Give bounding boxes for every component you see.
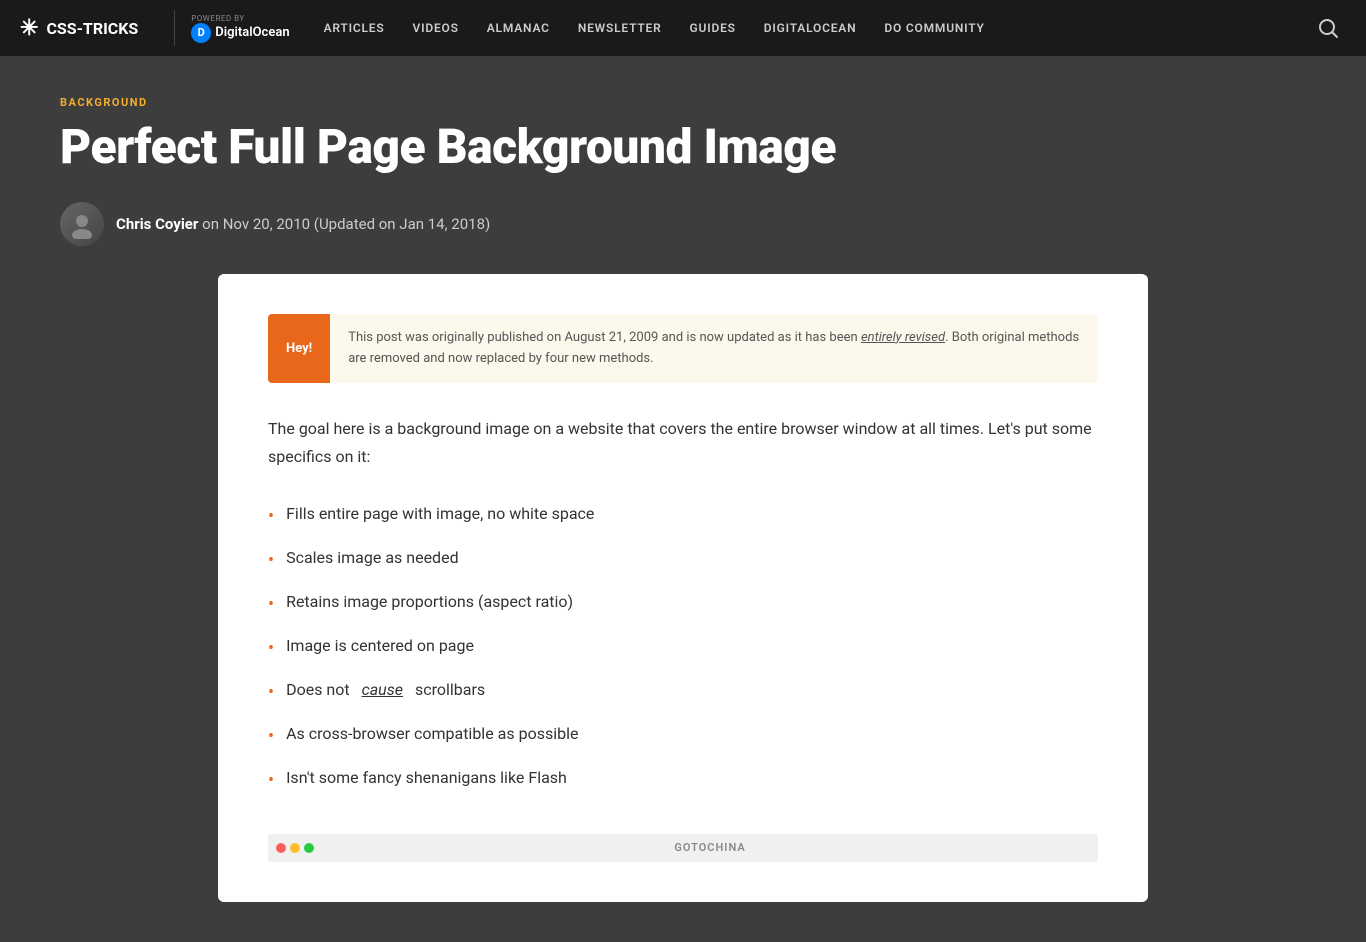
powered-by: Powered by D DigitalOcean — [191, 14, 289, 43]
site-logo[interactable]: ✳ CSS-TRICKS — [20, 16, 138, 41]
nav-videos[interactable]: VIDEOS — [399, 0, 473, 56]
hey-box: Hey! This post was originally published … — [268, 314, 1098, 384]
bullet-icon: • — [268, 679, 274, 706]
bullet-icon: • — [268, 723, 274, 750]
nav-almanac[interactable]: ALMANAC — [473, 0, 564, 56]
article-card: Hey! This post was originally published … — [218, 274, 1148, 902]
nav-links: ARTICLES VIDEOS ALMANAC NEWSLETTER GUIDE… — [310, 0, 1310, 56]
window-controls — [268, 843, 322, 853]
bullet-text: Image is centered on page — [286, 634, 474, 658]
digitalocean-logo: D DigitalOcean — [191, 23, 289, 43]
bullet-text: Fills entire page with image, no white s… — [286, 502, 594, 526]
list-item: • Fills entire page with image, no white… — [268, 494, 1098, 538]
hey-label: Hey! — [268, 314, 330, 384]
hey-text-em: entirely revised — [861, 330, 945, 345]
close-dot — [276, 843, 286, 853]
avatar-placeholder — [60, 202, 104, 246]
article-intro: The goal here is a background image on a… — [268, 415, 1098, 469]
nav-newsletter[interactable]: NEWSLETTER — [564, 0, 676, 56]
bullet-list: • Fills entire page with image, no white… — [268, 494, 1098, 802]
author-name: Chris Coyier — [116, 215, 198, 233]
bottom-strip: GOTOCHINA — [268, 834, 1098, 862]
nav-do-community[interactable]: DO COMMUNITY — [870, 0, 998, 56]
nav-guides[interactable]: GUIDES — [676, 0, 750, 56]
main-nav: ✳ CSS-TRICKS Powered by D DigitalOcean A… — [0, 0, 1366, 56]
bullet-text: Retains image proportions (aspect ratio) — [286, 590, 573, 614]
page-content: BACKGROUND Perfect Full Page Background … — [0, 56, 1366, 942]
nav-digitalocean[interactable]: DIGITALOCEAN — [750, 0, 871, 56]
author-date: on Nov 20, 2010 (Updated on Jan 14, 2018… — [202, 215, 490, 233]
list-item: • Scales image as needed — [268, 538, 1098, 582]
strip-label: GOTOCHINA — [322, 841, 1098, 854]
list-item: • Does not cause scrollbars — [268, 670, 1098, 714]
bullet-icon: • — [268, 503, 274, 530]
bullet-text: As cross-browser compatible as possible — [286, 722, 578, 746]
author-info: Chris Coyier on Nov 20, 2010 (Updated on… — [116, 215, 490, 233]
powered-by-label: Powered by — [191, 14, 244, 23]
hey-text: This post was originally published on Au… — [330, 314, 1098, 384]
bullet-text-after: scrollbars — [415, 678, 485, 702]
do-text: DigitalOcean — [215, 25, 289, 40]
avatar — [60, 202, 104, 246]
minimize-dot — [290, 843, 300, 853]
bullet-icon: • — [268, 767, 274, 794]
list-item: • As cross-browser compatible as possibl… — [268, 714, 1098, 758]
bullet-icon: • — [268, 635, 274, 662]
bullet-text-em: cause — [362, 678, 403, 702]
bullet-icon: • — [268, 547, 274, 574]
nav-divider — [174, 10, 175, 46]
category-label: BACKGROUND — [60, 96, 1306, 109]
logo-asterisk: ✳ — [20, 16, 38, 41]
list-item: • Image is centered on page — [268, 626, 1098, 670]
author-line: Chris Coyier on Nov 20, 2010 (Updated on… — [60, 202, 1306, 246]
bullet-text-before: Does not — [286, 678, 350, 702]
search-button[interactable] — [1310, 10, 1346, 46]
logo-text: CSS-TRICKS — [46, 19, 138, 38]
page-title: Perfect Full Page Background Image — [60, 121, 1306, 174]
bullet-text: Scales image as needed — [286, 546, 459, 570]
list-item: • Retains image proportions (aspect rati… — [268, 582, 1098, 626]
hey-text-before: This post was originally published on Au… — [348, 330, 861, 345]
bullet-text: Isn't some fancy shenanigans like Flash — [286, 766, 567, 790]
bullet-icon: • — [268, 591, 274, 618]
maximize-dot — [304, 843, 314, 853]
list-item: • Isn't some fancy shenanigans like Flas… — [268, 758, 1098, 802]
do-icon: D — [191, 23, 211, 43]
nav-articles[interactable]: ARTICLES — [310, 0, 399, 56]
